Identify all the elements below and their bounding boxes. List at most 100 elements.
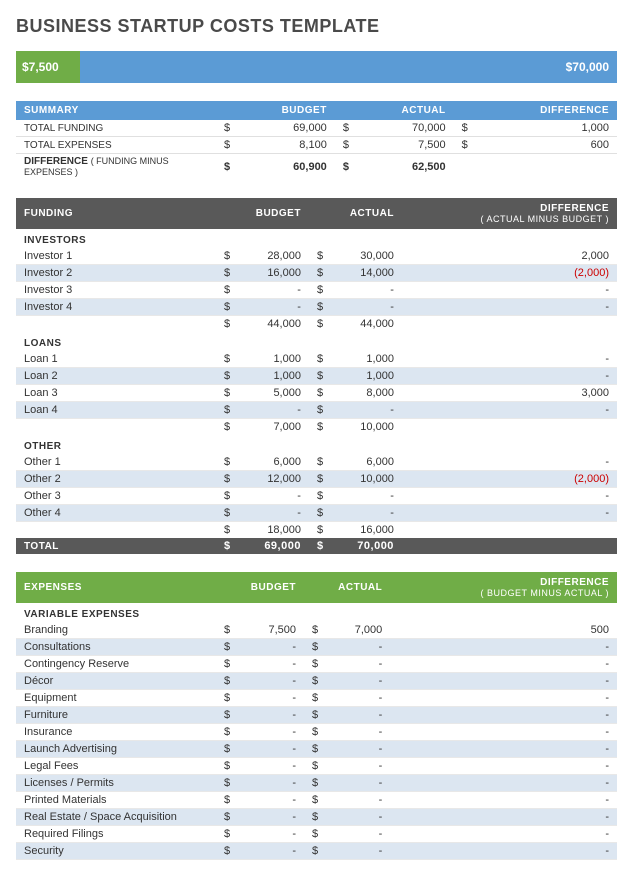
- expenses-row-label: Real Estate / Space Acquisition: [16, 809, 216, 826]
- expenses-header-diff: DIFFERENCE( BUDGET MINUS ACTUAL ): [390, 572, 617, 603]
- expenses-actual: -: [318, 843, 390, 860]
- funding-total-actual: 70,000: [324, 538, 402, 554]
- expenses-actual: -: [318, 775, 390, 792]
- funding-actual: -: [324, 488, 402, 505]
- funding-row-label: Other 3: [16, 488, 216, 505]
- funding-row-label: Investor 3: [16, 282, 216, 299]
- funding-diff: 2,000: [402, 248, 617, 265]
- funding-total-row: TOTAL $ 69,000 $ 70,000: [16, 538, 617, 554]
- funding-budget: 1,000: [231, 351, 309, 368]
- expenses-diff: -: [390, 826, 617, 843]
- expenses-row-label: Consultations: [16, 639, 216, 656]
- funding-header-actual: ACTUAL: [309, 198, 402, 229]
- funding-actual: 10,000: [324, 471, 402, 488]
- expenses-actual: -: [318, 673, 390, 690]
- funding-row: Other 1 $ 6,000 $ 6,000 -: [16, 454, 617, 471]
- funding-row: Investor 3 $ - $ - -: [16, 282, 617, 299]
- funding-row-label: Investor 2: [16, 265, 216, 282]
- funding-row-label: Other 4: [16, 505, 216, 522]
- funding-row: Investor 2 $ 16,000 $ 14,000 (2,000): [16, 265, 617, 282]
- expenses-diff: -: [390, 639, 617, 656]
- funding-header-budget: BUDGET: [216, 198, 309, 229]
- summary-difference-row: DIFFERENCE ( FUNDING MINUS EXPENSES ) $ …: [16, 154, 617, 181]
- expenses-budget: -: [230, 724, 304, 741]
- expenses-row-label: Printed Materials: [16, 792, 216, 809]
- summary-section: SUMMARY BUDGET ACTUAL DIFFERENCE TOTAL F…: [16, 101, 617, 180]
- funding-subtotal-budget: 18,000: [231, 522, 309, 539]
- funding-subtotal-row: $ 18,000 $ 16,000: [16, 522, 617, 539]
- funding-budget: 16,000: [231, 265, 309, 282]
- funding-row: Other 2 $ 12,000 $ 10,000 (2,000): [16, 471, 617, 488]
- summary-actual-dollar: $: [335, 137, 349, 154]
- funding-actual: 14,000: [324, 265, 402, 282]
- funding-subtotal-row: $ 7,000 $ 10,000: [16, 419, 617, 436]
- expenses-row: Licenses / Permits $ - $ - -: [16, 775, 617, 792]
- expenses-diff: -: [390, 724, 617, 741]
- funding-budget: -: [231, 282, 309, 299]
- funding-actual: -: [324, 282, 402, 299]
- expenses-row-label: Branding: [16, 622, 216, 639]
- funding-budget: 1,000: [231, 368, 309, 385]
- funding-subtotal-budget: 44,000: [231, 316, 309, 333]
- expenses-row-label: Furniture: [16, 707, 216, 724]
- expenses-diff: -: [390, 792, 617, 809]
- expenses-diff: -: [390, 843, 617, 860]
- funding-diff: -: [402, 454, 617, 471]
- expenses-actual: -: [318, 707, 390, 724]
- progress-max-label: $70,000: [566, 60, 609, 74]
- funding-diff: -: [402, 402, 617, 419]
- expenses-actual: -: [318, 656, 390, 673]
- funding-header-diff: DIFFERENCE( ACTUAL MINUS BUDGET ): [402, 198, 617, 229]
- funding-row: Loan 2 $ 1,000 $ 1,000 -: [16, 368, 617, 385]
- expenses-row: Insurance $ - $ - -: [16, 724, 617, 741]
- expenses-actual: -: [318, 809, 390, 826]
- expenses-budget: -: [230, 707, 304, 724]
- funding-diff: (2,000): [402, 265, 617, 282]
- funding-diff: -: [402, 282, 617, 299]
- expenses-budget: -: [230, 843, 304, 860]
- summary-row-label: TOTAL EXPENSES: [16, 137, 216, 154]
- expenses-group-header: VARIABLE EXPENSES: [16, 603, 617, 622]
- expenses-actual: 7,000: [318, 622, 390, 639]
- summary-diff-dollar: $: [454, 120, 468, 137]
- funding-row-label: Other 2: [16, 471, 216, 488]
- funding-row-label: Loan 3: [16, 385, 216, 402]
- expenses-budget: -: [230, 656, 304, 673]
- summary-diff-label: DIFFERENCE ( FUNDING MINUS EXPENSES ): [16, 154, 216, 181]
- funding-budget: 12,000: [231, 471, 309, 488]
- funding-diff: 3,000: [402, 385, 617, 402]
- expenses-row-label: Licenses / Permits: [16, 775, 216, 792]
- expenses-row: Décor $ - $ - -: [16, 673, 617, 690]
- expenses-budget: -: [230, 775, 304, 792]
- funding-actual: 1,000: [324, 351, 402, 368]
- summary-row-label: TOTAL FUNDING: [16, 120, 216, 137]
- funding-diff: -: [402, 299, 617, 316]
- funding-row-label: Loan 2: [16, 368, 216, 385]
- funding-budget: 28,000: [231, 248, 309, 265]
- summary-header-difference: DIFFERENCE: [454, 101, 617, 120]
- summary-header-actual: ACTUAL: [335, 101, 454, 120]
- expenses-row: Legal Fees $ - $ - -: [16, 758, 617, 775]
- funding-row: Loan 4 $ - $ - -: [16, 402, 617, 419]
- expenses-budget: -: [230, 758, 304, 775]
- expenses-budget: -: [230, 826, 304, 843]
- funding-group-header: OTHER: [16, 435, 617, 454]
- funding-group-name: OTHER: [16, 435, 617, 454]
- funding-row: Other 3 $ - $ - -: [16, 488, 617, 505]
- funding-subtotal-actual: 44,000: [324, 316, 402, 333]
- funding-diff: -: [402, 368, 617, 385]
- funding-subtotal-row: $ 44,000 $ 44,000: [16, 316, 617, 333]
- funding-subtotal-actual: 10,000: [324, 419, 402, 436]
- summary-budget-value: 69,000: [230, 120, 335, 137]
- expenses-header-label: EXPENSES: [16, 572, 216, 603]
- expenses-budget: -: [230, 690, 304, 707]
- summary-row: TOTAL EXPENSES $ 8,100 $ 7,500 $ 600: [16, 137, 617, 154]
- expenses-diff: -: [390, 673, 617, 690]
- funding-actual: 30,000: [324, 248, 402, 265]
- expenses-row: Security $ - $ - -: [16, 843, 617, 860]
- funding-row-label: Investor 4: [16, 299, 216, 316]
- funding-row: Other 4 $ - $ - -: [16, 505, 617, 522]
- funding-actual: 8,000: [324, 385, 402, 402]
- summary-budget-dollar: $: [216, 120, 230, 137]
- funding-budget: -: [231, 488, 309, 505]
